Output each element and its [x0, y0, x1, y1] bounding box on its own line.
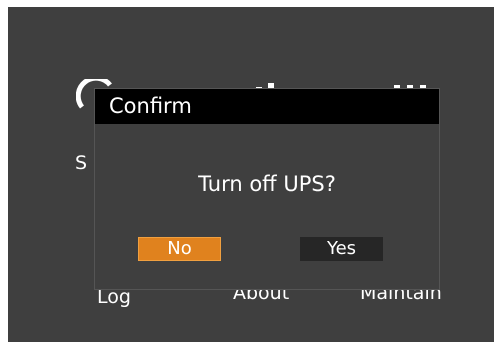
- menu-item-log[interactable]: Log: [97, 287, 131, 307]
- menu-item-partial-label: S: [75, 152, 88, 174]
- dialog-title: Confirm: [109, 94, 192, 118]
- yes-button[interactable]: Yes: [300, 237, 383, 261]
- dialog-titlebar: Confirm: [95, 89, 439, 124]
- device-screen: S Log About Maintain Confirm Turn off UP…: [8, 7, 494, 342]
- confirm-dialog: Confirm Turn off UPS? No Yes: [94, 88, 440, 290]
- no-button[interactable]: No: [138, 237, 221, 261]
- dialog-message: Turn off UPS?: [198, 172, 336, 196]
